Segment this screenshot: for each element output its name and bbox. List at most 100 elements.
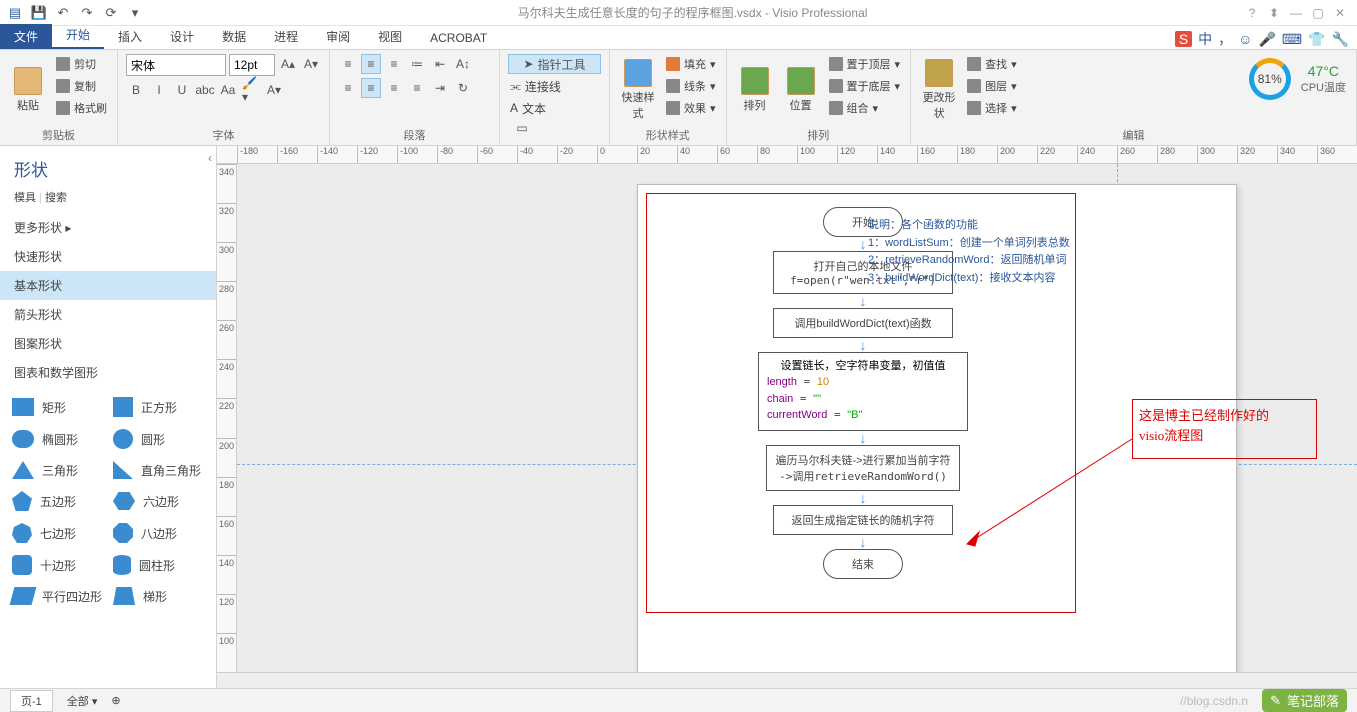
tab-数据[interactable]: 数据	[208, 24, 260, 49]
qat-more[interactable]: ▾	[126, 4, 144, 22]
callout-box[interactable]: 这是博主已经制作好的 visio流程图	[1132, 399, 1317, 459]
save-button[interactable]: 💾	[30, 4, 48, 22]
font-aa-button[interactable]: Aa	[218, 80, 238, 100]
align-top-button[interactable]: ≡	[338, 54, 358, 74]
help-button[interactable]: ?	[1245, 6, 1259, 20]
stencil-1[interactable]: 快速形状	[0, 242, 216, 271]
align-bottom-button[interactable]: ≡	[384, 54, 404, 74]
tab-审阅[interactable]: 审阅	[312, 24, 364, 49]
ime-lang[interactable]: 中	[1198, 29, 1212, 49]
subtab-stencils[interactable]: 模具	[14, 192, 36, 204]
tab-插入[interactable]: 插入	[104, 24, 156, 49]
layer-button[interactable]: 图层 ▾	[965, 76, 1019, 96]
shape-正方形[interactable]: 正方形	[111, 393, 206, 421]
align-right-button[interactable]: ≡	[384, 78, 404, 98]
align-center-button[interactable]: ≡	[361, 78, 381, 98]
add-page-button[interactable]: ⊕	[111, 694, 120, 707]
font-u-button[interactable]: U	[172, 80, 192, 100]
ime-punct-icon[interactable]: ，	[1218, 29, 1232, 49]
fill-button[interactable]: 填充 ▾	[664, 54, 718, 74]
shape-十边形[interactable]: 十边形	[10, 551, 105, 579]
bullets-button[interactable]: ≔	[407, 54, 427, 74]
stencil-3[interactable]: 箭头形状	[0, 300, 216, 329]
subtab-search[interactable]: 搜索	[36, 192, 67, 204]
shape-三角形[interactable]: 三角形	[10, 457, 105, 483]
group-button[interactable]: 组合 ▾	[827, 98, 903, 118]
flow-node-build[interactable]: 调用buildWordDict(text)函数	[773, 308, 953, 338]
shape-八边形[interactable]: 八边形	[111, 519, 206, 547]
text-tool-button[interactable]: A文本	[508, 98, 601, 118]
minimize-button[interactable]: —	[1289, 6, 1303, 20]
align-left-button[interactable]: ≡	[338, 78, 358, 98]
ime-keyboard-icon[interactable]: ⌨	[1282, 31, 1302, 48]
highlight-button[interactable]: 🖌️▾	[241, 80, 261, 100]
rotate-text-button[interactable]: ↻	[453, 78, 473, 98]
justify-button[interactable]: ≡	[407, 78, 427, 98]
align-middle-button[interactable]: ≡	[361, 54, 381, 74]
panel-collapse-button[interactable]: ‹	[204, 146, 216, 170]
drawing-page[interactable]: 开始 ↓ 打开自己的本地文件f=open(r"wen.txt","r") ↓ 调…	[237, 164, 1357, 672]
tab-ACROBAT[interactable]: ACROBAT	[416, 27, 501, 49]
stencil-0[interactable]: 更多形状 ▸	[0, 213, 216, 242]
indent-dec-button[interactable]: ⇤	[430, 54, 450, 74]
position-button[interactable]: 位置	[781, 54, 821, 125]
find-button[interactable]: 查找 ▾	[965, 54, 1019, 74]
refresh-button[interactable]: ⟳	[102, 4, 120, 22]
pointer-tool-button[interactable]: ➤指针工具	[508, 54, 601, 74]
shape-椭圆形[interactable]: 椭圆形	[10, 425, 105, 453]
text-direction-button[interactable]: A↕	[453, 54, 473, 74]
format-painter-button[interactable]: 格式刷	[54, 98, 109, 118]
tab-开始[interactable]: 开始	[52, 22, 104, 49]
cpu-donut[interactable]: 81%	[1249, 58, 1291, 100]
effect-button[interactable]: 效果 ▾	[664, 98, 718, 118]
connector-tool-button[interactable]: ⫘连接线	[508, 76, 601, 96]
shape-矩形[interactable]: 矩形	[10, 393, 105, 421]
tab-进程[interactable]: 进程	[260, 24, 312, 49]
stencil-2[interactable]: 基本形状	[0, 271, 216, 300]
ribbon-collapse-button[interactable]: ⬍	[1267, 6, 1281, 20]
shape-圆形[interactable]: 圆形	[111, 425, 206, 453]
ruler-horizontal[interactable]: -180-160-140-120-100-80-60-40-2002040608…	[217, 146, 1357, 164]
page-tab-1[interactable]: 页-1	[10, 690, 53, 712]
all-pages-button[interactable]: 全部 ▾	[67, 693, 98, 709]
close-button[interactable]: ✕	[1333, 6, 1347, 20]
maximize-button[interactable]: ▢	[1311, 6, 1325, 20]
redo-button[interactable]: ↷	[78, 4, 96, 22]
flow-node-return[interactable]: 返回生成指定链长的随机字符	[773, 505, 953, 535]
shape-七边形[interactable]: 七边形	[10, 519, 105, 547]
font-i-button[interactable]: I	[149, 80, 169, 100]
undo-button[interactable]: ↶	[54, 4, 72, 22]
cut-button[interactable]: 剪切	[54, 54, 109, 74]
flow-end[interactable]: 结束	[823, 549, 903, 579]
grow-font-button[interactable]: A▴	[278, 54, 298, 74]
select-button[interactable]: 选择 ▾	[965, 98, 1019, 118]
quick-styles-button[interactable]: 快速样式	[618, 54, 658, 125]
stencil-4[interactable]: 图案形状	[0, 329, 216, 358]
change-shape-button[interactable]: 更改形状	[919, 54, 959, 125]
font-b-button[interactable]: B	[126, 80, 146, 100]
shape-直角三角形[interactable]: 直角三角形	[111, 457, 206, 483]
align-button[interactable]: 排列	[735, 54, 775, 125]
shape-六边形[interactable]: 六边形	[111, 487, 206, 515]
ime-mic-icon[interactable]: 🎤	[1258, 31, 1275, 48]
shape-梯形[interactable]: 梯形	[111, 583, 206, 609]
ime-logo-icon[interactable]: S	[1175, 31, 1192, 47]
shape-平行四边形[interactable]: 平行四边形	[10, 583, 105, 609]
tab-视图[interactable]: 视图	[364, 24, 416, 49]
shrink-font-button[interactable]: A▾	[301, 54, 321, 74]
scrollbar-horizontal[interactable]	[217, 672, 1357, 688]
bring-front-button[interactable]: 置于顶层 ▾	[827, 54, 903, 74]
shape-圆柱形[interactable]: 圆柱形	[111, 551, 206, 579]
indent-inc-button[interactable]: ⇥	[430, 78, 450, 98]
shape-五边形[interactable]: 五边形	[10, 487, 105, 515]
tab-设计[interactable]: 设计	[156, 24, 208, 49]
stencil-5[interactable]: 图表和数学图形	[0, 358, 216, 387]
flow-node-loop[interactable]: 遍历马尔科夫链->进行累加当前字符->调用retrieveRandomWord(…	[766, 445, 959, 491]
tools-drop-1[interactable]: ▭	[512, 118, 532, 138]
font-name-select[interactable]	[126, 54, 226, 76]
ime-skin-icon[interactable]: 👕	[1308, 31, 1325, 48]
font-abc-button[interactable]: abc	[195, 80, 215, 100]
paste-button[interactable]: 粘贴	[8, 54, 48, 125]
copy-button[interactable]: 复制	[54, 76, 109, 96]
function-notes[interactable]: 说明：各个函数的功能 1：wordListSum：创建一个单词列表总数 2：re…	[868, 217, 1070, 287]
